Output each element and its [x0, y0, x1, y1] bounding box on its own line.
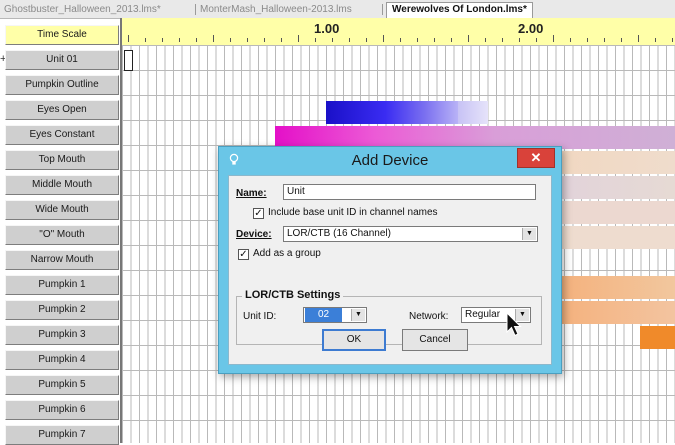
- channel-label-pumpkin-2[interactable]: Pumpkin 2: [5, 300, 119, 320]
- channel-label-wide-mouth[interactable]: Wide Mouth: [5, 200, 119, 220]
- ruler-tick: [128, 35, 129, 42]
- ruler-tick: [162, 38, 163, 42]
- timescale-tick-label: 2.00: [518, 21, 544, 36]
- ruler-tick: [519, 38, 520, 42]
- ruler-tick: [145, 38, 146, 42]
- timescale-tick-label: 1.00: [314, 21, 340, 36]
- channel-label-pumpkin-4[interactable]: Pumpkin 4: [5, 350, 119, 370]
- timescale-ruler[interactable]: 1.00 2.00: [122, 18, 675, 46]
- lor-ctb-settings-title: LOR/CTB Settings: [242, 289, 344, 301]
- channel-label-pumpkin-5[interactable]: Pumpkin 5: [5, 375, 119, 395]
- channel-label-pumpkin-7[interactable]: Pumpkin 7: [5, 425, 119, 445]
- device-dropdown-value: LOR/CTB (16 Channel): [287, 228, 391, 239]
- add-device-dialog: Add Device ✕ Name: Unit ✓ Include base u…: [218, 146, 562, 374]
- channel-label-top-mouth[interactable]: Top Mouth: [5, 150, 119, 170]
- ruler-tick: [264, 38, 265, 42]
- ruler-tick: [213, 35, 214, 42]
- ruler-tick: [349, 38, 350, 42]
- ruler-tick: [485, 38, 486, 42]
- ruler-tick: [383, 35, 384, 42]
- ruler-tick: [502, 38, 503, 42]
- channel-label-pumpkin-3[interactable]: Pumpkin 3: [5, 325, 119, 345]
- add-as-group-checkbox[interactable]: ✓: [238, 249, 249, 260]
- ruler-tick: [332, 38, 333, 42]
- unit-id-dropdown[interactable]: 02 ▼: [303, 307, 367, 323]
- channel-label-o-mouth[interactable]: "O" Mouth: [5, 225, 119, 245]
- close-button[interactable]: ✕: [517, 148, 555, 168]
- ruler-tick: [468, 35, 469, 42]
- tab-separator: [195, 4, 196, 15]
- channel-label-eyes-constant[interactable]: Eyes Constant: [5, 125, 119, 145]
- pumpkin-1-effect[interactable]: [562, 276, 675, 299]
- ruler-tick: [570, 38, 571, 42]
- grid-cursor: [124, 50, 133, 71]
- timescale-label: Time Scale: [5, 25, 119, 45]
- ruler-tick: [417, 38, 418, 42]
- ruler-tick: [366, 38, 367, 42]
- ruler-tick: [587, 38, 588, 42]
- ruler-tick: [536, 38, 537, 42]
- ruler-tick: [553, 35, 554, 42]
- unit-id-label: Unit ID:: [243, 311, 277, 322]
- network-dropdown-value: Regular: [465, 309, 501, 320]
- channel-label-eyes-open[interactable]: Eyes Open: [5, 100, 119, 120]
- name-label: Name:: [236, 188, 267, 199]
- ruler-tick: [179, 38, 180, 42]
- ruler-tick: [230, 38, 231, 42]
- network-label: Network:: [409, 311, 449, 322]
- ok-button[interactable]: OK: [322, 329, 386, 351]
- channel-label-middle-mouth[interactable]: Middle Mouth: [5, 175, 119, 195]
- eyes-open-effect[interactable]: [326, 101, 458, 124]
- dialog-title: Add Device: [351, 152, 429, 169]
- wide-mouth-effect[interactable]: [562, 201, 675, 224]
- include-unit-id-checkbox[interactable]: ✓: [253, 208, 264, 219]
- middle-mouth-effect[interactable]: [562, 176, 675, 199]
- dialog-body: Name: Unit ✓ Include base unit ID in cha…: [228, 175, 552, 365]
- unit-id-dropdown-value: 02: [305, 308, 343, 322]
- mouse-pointer-icon: [506, 312, 522, 337]
- ruler-tick: [451, 38, 452, 42]
- channel-label-pumpkin-outline[interactable]: Pumpkin Outline: [5, 75, 119, 95]
- device-dropdown[interactable]: LOR/CTB (16 Channel) ▼: [283, 226, 538, 242]
- cancel-button[interactable]: Cancel: [402, 329, 468, 351]
- name-field[interactable]: Unit: [283, 184, 536, 200]
- channel-label-unit-01[interactable]: Unit 01: [5, 50, 119, 70]
- include-unit-id-label: Include base unit ID in channel names: [268, 207, 438, 218]
- add-as-group-label: Add as a group: [253, 248, 321, 259]
- pumpkin-3-effect[interactable]: [640, 326, 675, 349]
- channel-label-pumpkin-6[interactable]: Pumpkin 6: [5, 400, 119, 420]
- ruler-tick: [247, 38, 248, 42]
- ruler-tick: [655, 38, 656, 42]
- channel-label-narrow-mouth[interactable]: Narrow Mouth: [5, 250, 119, 270]
- chevron-down-icon: ▼: [522, 228, 536, 240]
- ruler-tick: [621, 38, 622, 42]
- ruler-tick: [196, 38, 197, 42]
- ruler-tick: [281, 38, 282, 42]
- channel-label-pumpkin-1[interactable]: Pumpkin 1: [5, 275, 119, 295]
- eyes-open-effect-tail[interactable]: [458, 101, 488, 124]
- ruler-tick: [604, 38, 605, 42]
- device-label: Device:: [236, 229, 272, 240]
- ruler-tick: [298, 35, 299, 42]
- ruler-tick: [434, 38, 435, 42]
- top-mouth-effect[interactable]: [562, 151, 675, 174]
- tab-ghostbuster[interactable]: Ghostbuster_Halloween_2013.lms*: [4, 3, 161, 18]
- pumpkin-2-effect[interactable]: [562, 301, 675, 324]
- tab-werewolves[interactable]: Werewolves Of London.lms*: [386, 2, 533, 18]
- ruler-tick: [672, 38, 673, 42]
- ruler-tick: [315, 38, 316, 42]
- chevron-down-icon: ▼: [351, 309, 365, 321]
- tab-monstermash[interactable]: MonterMash_Halloween-2013.lms: [200, 3, 352, 18]
- o-mouth-effect[interactable]: [562, 226, 675, 249]
- dialog-title-bar[interactable]: Add Device ✕: [219, 147, 561, 174]
- device-label-text: Device:: [236, 229, 272, 240]
- document-tab-bar: Ghostbuster_Halloween_2013.lms* MonterMa…: [0, 0, 675, 19]
- ruler-tick: [638, 35, 639, 42]
- ruler-tick: [400, 38, 401, 42]
- name-label-text: Name:: [236, 188, 267, 199]
- tab-separator: [382, 4, 383, 15]
